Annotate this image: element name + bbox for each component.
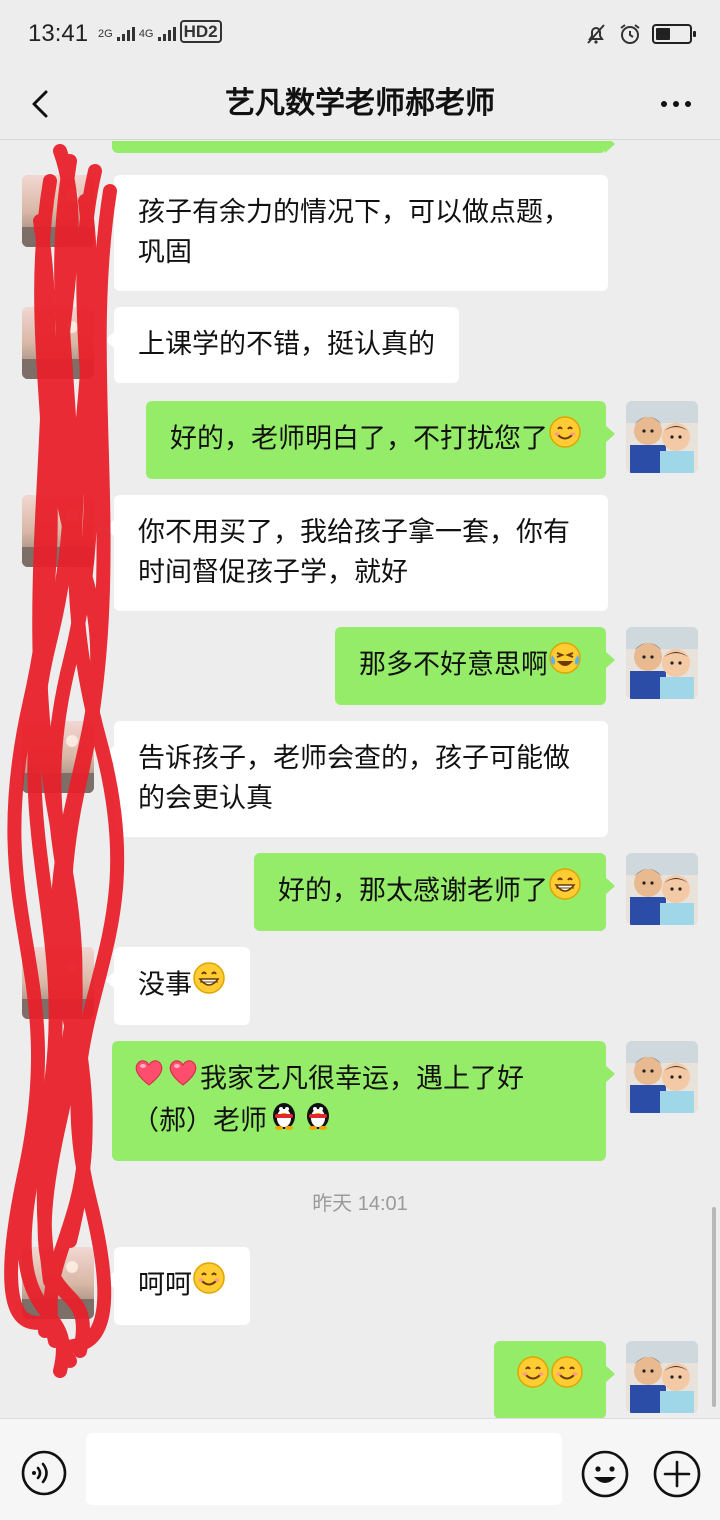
message-text-line-2: （郝）老师 [132, 1105, 267, 1137]
message-bubble-incoming[interactable]: 告诉孩子，老师会查的，孩子可能做的会更认真 [105, 721, 608, 837]
chat-area[interactable]: 孩子有余力的情况下，可以做点题，巩固 上课学的不错，挺认真的 好的，老师明白了，… [0, 141, 720, 1418]
message-bubble-outgoing[interactable]: 好的，那太感谢老师了 [254, 853, 615, 931]
message-bubble-outgoing[interactable]: 好的，老师明白了，不打扰您了 [146, 401, 615, 479]
message-text: 好的，那太感谢老师了 [278, 875, 548, 907]
voice-icon[interactable] [20, 1449, 68, 1497]
network-2g-label: 2G [98, 28, 113, 40]
message-bubble-incoming[interactable]: 孩子有余力的情况下，可以做点题，巩固 [105, 175, 608, 291]
smile-emoji-icon [550, 1355, 584, 1401]
message-text: 好的，老师明白了，不打扰您了 [170, 423, 548, 455]
chat-title: 艺凡数学老师郝老师 [225, 86, 495, 121]
back-arrow-icon[interactable] [22, 82, 66, 126]
avatar-teacher[interactable] [22, 307, 94, 379]
penguin-emoji-icon [267, 1097, 301, 1143]
message-bubble-incoming[interactable]: 没事 [105, 947, 250, 1025]
avatar-teacher[interactable] [22, 495, 94, 567]
grin-emoji-icon [548, 867, 582, 913]
battery-icon [652, 24, 696, 44]
message-text: 没事 [138, 969, 192, 1001]
network-4g-label: 4G [138, 28, 154, 40]
message-timestamp: 昨天 14:01 [312, 1193, 408, 1215]
message-bubble-outgoing[interactable]: 那多不好意思啊 [335, 627, 615, 705]
avatar-teacher[interactable] [22, 1247, 94, 1319]
signal-icon [116, 27, 135, 42]
message-bubble-outgoing[interactable] [494, 1341, 615, 1418]
plus-icon[interactable] [652, 1449, 702, 1499]
avatar-teacher[interactable] [22, 175, 94, 247]
emoji-icon[interactable] [580, 1449, 630, 1499]
heart-emoji-icon [132, 1055, 166, 1101]
hd-label: HD2 [179, 20, 222, 43]
chat-header: 艺凡数学老师郝老师 [0, 70, 720, 140]
mute-bell-icon [587, 24, 605, 44]
penguin-emoji-icon [301, 1097, 335, 1143]
status-right [584, 22, 696, 46]
chat-scrollbar[interactable] [712, 1207, 716, 1407]
smile-emoji-icon [192, 1261, 226, 1307]
laugh-cry-emoji-icon [548, 641, 582, 687]
message-text: 你不用买了，我给孩子拿一套，你有时间督促孩子学，就好 [138, 517, 570, 588]
avatar-me[interactable] [626, 853, 698, 925]
message-bubble-incoming[interactable]: 上课学的不错，挺认真的 [105, 307, 459, 383]
message-bubble-incoming[interactable]: 呵呵 [105, 1247, 250, 1325]
alarm-icon [620, 24, 640, 44]
more-dots-icon[interactable] [654, 82, 698, 126]
heart-emoji-icon [166, 1055, 200, 1101]
avatar-me[interactable] [626, 1341, 698, 1413]
avatar-me[interactable] [626, 1041, 698, 1113]
message-text-line-1: 我家艺凡很幸运，遇上了好 [200, 1063, 524, 1095]
network-indicator: 2G 4G HD2 [98, 20, 222, 43]
avatar-teacher[interactable] [22, 947, 94, 1019]
battery-fill [656, 28, 671, 40]
smile-emoji-icon [548, 415, 582, 461]
avatar-me[interactable] [626, 401, 698, 473]
avatar-me[interactable] [626, 627, 698, 699]
smile-emoji-icon [516, 1355, 550, 1401]
signal-icon-2 [157, 27, 176, 42]
message-text: 呵呵 [138, 1269, 192, 1301]
message-text: 告诉孩子，老师会查的，孩子可能做的会更认真 [138, 743, 570, 814]
message-input[interactable] [86, 1433, 562, 1505]
input-bar [0, 1418, 720, 1520]
message-text: 孩子有余力的情况下，可以做点题，巩固 [138, 197, 570, 268]
message-text: 那多不好意思啊 [359, 649, 548, 681]
message-bubble-incoming[interactable]: 你不用买了，我给孩子拿一套，你有时间督促孩子学，就好 [105, 495, 608, 611]
message-text: 上课学的不错，挺认真的 [138, 329, 435, 360]
avatar-teacher[interactable] [22, 721, 94, 793]
message-bubble-outgoing[interactable]: 我家艺凡很幸运，遇上了好 （郝）老师 [112, 1041, 615, 1161]
status-bar: 13:41 2G 4G HD2 [0, 0, 720, 70]
partial-message-bubble[interactable] [112, 141, 615, 153]
grin-emoji-icon [192, 961, 226, 1007]
status-time: 13:41 [28, 20, 89, 47]
